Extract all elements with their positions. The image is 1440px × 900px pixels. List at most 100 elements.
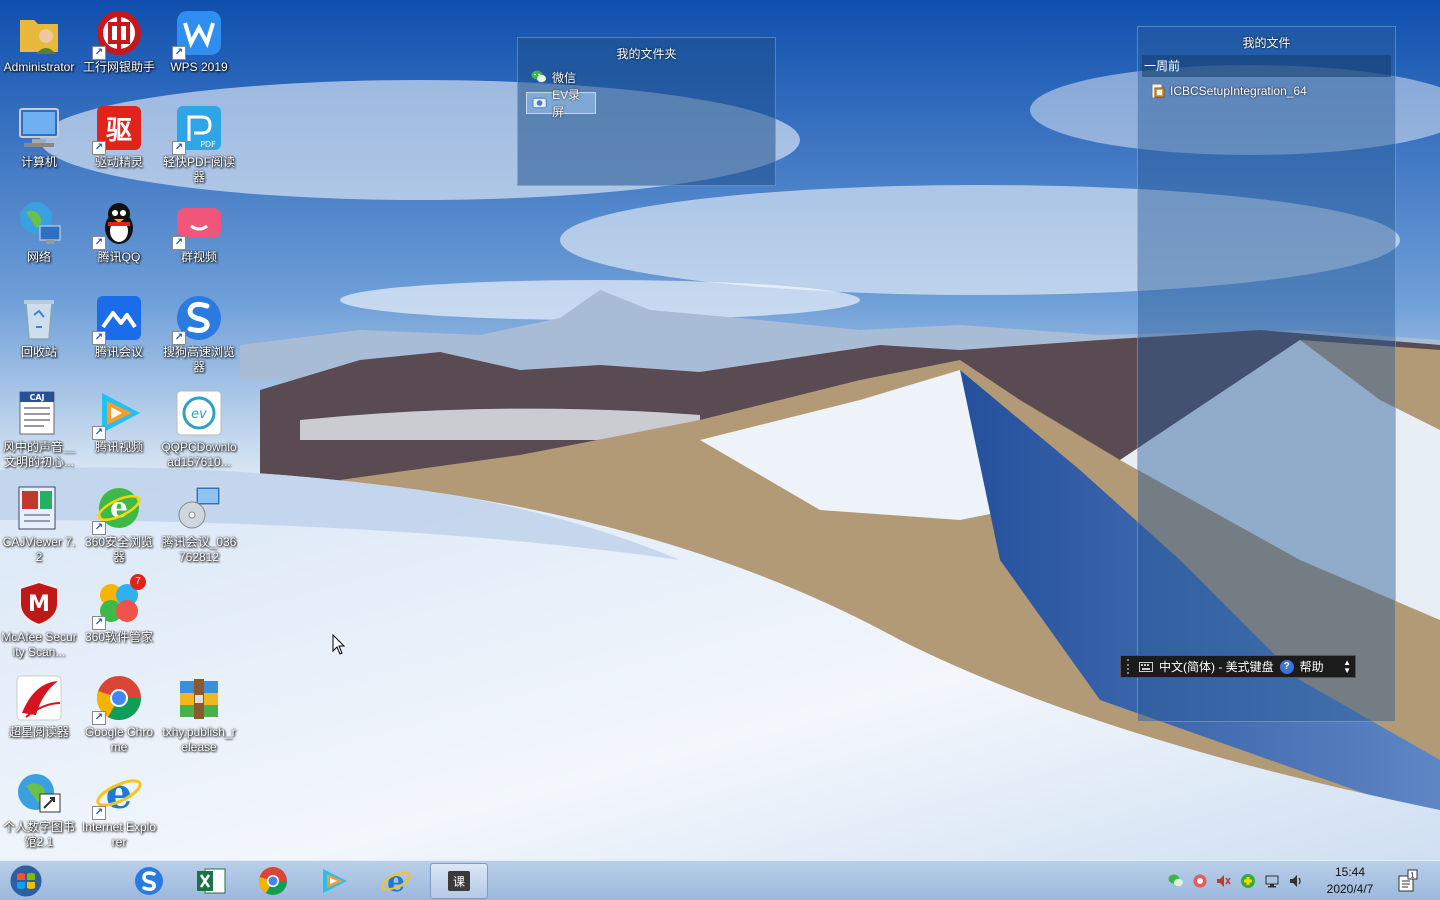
taskbar-app-course[interactable]: 课 [430,863,488,899]
taskbar-app-chrome[interactable] [245,863,301,899]
desktop-icon-winrar-archive[interactable]: txhy.publish_release [160,665,238,757]
desktop-icon-tencent-meeting[interactable]: ↗ 腾讯会议 [80,285,158,377]
desktop-icon-label: 腾讯会议_036762812 [161,535,237,564]
desktop-icon-label: 腾讯视频 [94,440,143,454]
desktop-icon-360-software-manager[interactable]: ↗ 7 360软件管家 [80,570,158,662]
desktop-icon-label: 腾讯QQ [97,250,141,264]
desktop-icon-label: CAJViewer 7.2 [2,535,76,564]
desktop-icon-superstar-reader[interactable]: 超星阅读器 [0,665,78,757]
fence-my-files[interactable]: 我的文件 一周前 ICBCSetupIntegration_64 [1137,26,1396,722]
shield-security-icon[interactable] [1192,873,1208,889]
desktop-icon-label: Google Chrome [84,725,154,754]
fence-item-wechat[interactable]: 微信 [526,66,596,88]
taskbar-app-tencent-video[interactable] [306,863,362,899]
mouse-pointer-icon [332,634,346,655]
network-icon [20,202,61,244]
desktop-icon-label: 驱动精灵 [94,155,143,169]
course-app-glyph: 课 [453,875,465,889]
desktop-icon-label: txhy.publish_release [162,725,236,754]
notification-badge: 7 [130,574,146,590]
mcafee-icon: M [19,580,59,627]
svg-text:驱: 驱 [106,116,132,146]
desktop-icon-ie[interactable]: e ↗ Internet Explorer [80,760,158,852]
desktop-icon-label: 网络 [26,250,51,264]
drag-handle[interactable] [1127,659,1133,674]
desktop-icon-group-video[interactable]: ↗ 群视频 [160,190,238,282]
ime-language-bar[interactable]: 中文(简体) - 美式键盘 ? 帮助 ▲ ▼ [1120,655,1356,678]
superstar-reader-icon [16,675,62,721]
fence-item-ev-recorder[interactable]: EV录屏 [526,88,596,119]
desktop-icon-computer[interactable]: 计算机 [0,95,78,187]
desktop-icon-pdf-reader[interactable]: PDF ↗ 轻快PDF阅读器 [160,95,238,187]
desktop-icon-icbc[interactable]: ↗ 工行网银助手 [80,0,158,92]
ime-help-button[interactable]: 帮助 [1300,658,1324,675]
ime-language-label[interactable]: 中文(简体) - 美式键盘 [1159,658,1274,675]
desktop-icon-user-folder[interactable]: Administrator [0,0,78,92]
desktop-icon-label: 计算机 [20,155,57,169]
desktop-icon-label: 搜狗高速浏览器 [162,345,235,374]
desktop-icon-mcafee[interactable]: M McAfee Security Scan... [0,570,78,662]
taskbar-app-sogou-browser[interactable] [121,863,177,899]
desktop-icon-recycle-bin[interactable]: 回收站 [0,285,78,377]
fence-file-label: ICBCSetupIntegration_64 [1170,84,1307,98]
fence-title: 我的文件夹 [616,47,677,61]
desktop-icon-sogou-browser[interactable]: ↗ 搜狗高速浏览器 [160,285,238,377]
shortcut-arrow-icon: ↗ [92,331,106,345]
wechat-icon[interactable] [1168,873,1184,889]
shortcut-arrow-icon: ↗ [172,46,186,60]
network-status-icon[interactable] [1264,873,1280,889]
tencent-video-icon [323,869,347,893]
desktop-icon-label: 轻快PDF阅读器 [162,155,235,184]
ie-icon: e [381,865,411,897]
taskbar-app-internet-explorer[interactable]: e [368,863,424,899]
shortcut-arrow-icon: ↗ [172,141,186,155]
shortcut-arrow-icon: ↗ [92,806,106,820]
desktop-icon-label: 风中的声音＿文明的初心... [2,440,75,469]
svg-text:ev: ev [191,407,207,422]
desktop-icon-label: 群视频 [180,250,217,264]
360-safe-icon[interactable] [1240,873,1256,889]
desktop-icon-label: 超星阅读器 [8,725,69,739]
desktop-icon-label: 工行网银助手 [82,60,155,74]
shortcut-arrow-icon: ↗ [92,521,106,535]
fence-item-label: EV录屏 [552,88,581,119]
desktop-icon-qq-penguin[interactable]: ↗ 腾讯QQ [80,190,158,282]
sogou-browser-icon [135,867,163,895]
taskbar-app-excel[interactable] [183,863,239,899]
shortcut-arrow-icon: ↗ [92,616,106,630]
action-center-icon[interactable]: 1 [1396,869,1418,893]
desktop-icon-network[interactable]: 网络 [0,190,78,282]
desktop-icon-setup-disc[interactable]: 腾讯会议_036762812 [160,475,238,567]
shortcut-arrow-icon: ↗ [92,711,106,725]
system-clock[interactable]: 15:44 2020/4/7 [1318,864,1382,898]
cajviewer-icon [18,486,56,530]
start-button[interactable] [6,863,46,899]
desktop-icon-wps[interactable]: ↗ WPS 2019 [160,0,238,92]
desktop-icon-360-browser[interactable]: e ↗ 360安全浏览器 [80,475,158,567]
wechat-icon [531,70,546,83]
desktop-icon-chrome[interactable]: ↗ Google Chrome [80,665,158,757]
fence-my-folders[interactable]: 我的文件夹 微信 EV录屏 [517,37,776,186]
speaker-icon[interactable] [1288,873,1304,889]
desktop-icon-tencent-video[interactable]: ↗ 腾讯视频 [80,380,158,472]
ime-options-arrow[interactable]: ▲ ▼ [1343,658,1351,675]
fence-file-item[interactable]: ICBCSetupIntegration_64 [1150,83,1395,99]
fence-group-header[interactable]: 一周前 [1142,55,1391,77]
desktop-icon-label: WPS 2019 [170,60,228,74]
desktop-icon-label: 个人数字图书馆2.1 [2,820,75,849]
desktop-icon-caj-document[interactable]: CAJ 风中的声音＿文明的初心... [0,380,78,472]
fence-title: 我的文件 [1242,36,1291,50]
winrar-archive-icon [180,679,218,719]
desktop-icon-driver-genius[interactable]: 驱 ↗ 驱动精灵 [80,95,158,187]
volume-muted-icon[interactable] [1215,873,1231,889]
desktop-icon-installer[interactable]: ev QQPCDownload157610... [160,380,238,472]
desktop-icon-cajviewer[interactable]: CAJViewer 7.2 [0,475,78,567]
recycle-bin-icon [24,300,54,340]
shortcut-arrow-icon: ↗ [92,236,106,250]
desktop-icon-label: 360安全浏览器 [84,535,154,564]
chrome-icon [258,867,287,895]
desktop-icon-digital-library[interactable]: 个人数字图书馆2.1 [0,760,78,852]
user-folder-icon [20,20,58,54]
desktop-icon-label: McAfee Security Scan... [1,630,77,659]
installer-icon: ev [176,390,222,436]
